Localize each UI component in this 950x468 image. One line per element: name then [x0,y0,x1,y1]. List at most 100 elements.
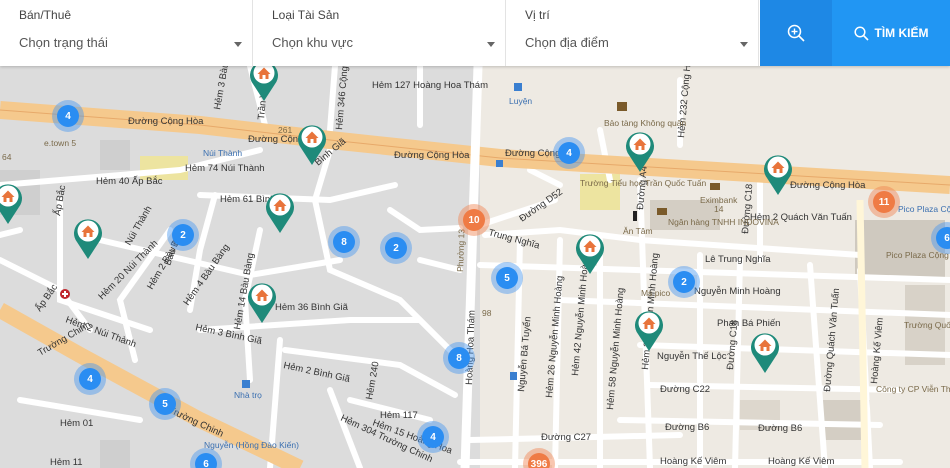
location-filter-value: Chọn địa điểm [525,35,609,50]
status-filter-label: Bán/Thuê [19,8,72,22]
road-label: Phan Bá Phiến [717,318,780,329]
cluster-marker[interactable]: 2 [172,224,194,246]
cluster-marker[interactable]: 4 [558,142,580,164]
poi-label: Nhà trọ [234,390,262,400]
poi-label: Pico Plaza Cộng Hòa [898,204,950,214]
poi-label: Công ty CP Viễn Thông Tecapro Telecom [876,384,950,394]
road-label: Đường C22 [660,384,710,395]
asset-type-filter[interactable]: Loại Tài Sản Chọn khu vực [253,0,506,66]
property-pin[interactable] [624,129,656,173]
cluster-marker[interactable]: 5 [496,267,518,289]
road-label: Hẻm 74 Núi Thành [185,163,265,174]
zoom-in-icon [787,24,805,42]
property-pin[interactable] [0,181,24,225]
hotel-icon [242,380,250,388]
road-label: Đường Cộng [505,148,560,159]
poi-label: Bảo tàng Không quân [604,118,687,128]
poi-label: Ngân hàng TNHH INDOVINA [668,217,779,227]
chevron-down-icon [234,42,242,47]
search-icon [853,25,869,41]
house-number: 98 [482,308,492,318]
road-label: Hẻm 11 [50,457,83,468]
location-filter[interactable]: Vị trí Chọn địa điểm [506,0,759,66]
home-icon [635,311,663,351]
cluster-marker[interactable]: 2 [673,271,695,293]
road-label: Lê Trung Nghĩa [705,254,771,265]
cluster-marker[interactable]: 2 [385,237,407,259]
cluster-marker[interactable]: 8 [448,347,470,369]
location-filter-label: Vị trí [525,8,550,22]
ward-label: Phường 13 [455,229,467,273]
info-icon [633,211,637,221]
home-icon [298,125,326,165]
search-button-label: TÌM KIẾM [874,26,929,40]
cluster-marker[interactable]: 5 [154,393,176,415]
road-label: Hẻm 117 [380,410,418,421]
property-pin[interactable] [246,280,278,324]
poi-label: Núi Thành [203,148,242,158]
home-icon [266,193,294,233]
poi-label: Luyện [509,96,532,106]
cluster-marker[interactable]: 4 [422,426,444,448]
map-tiles: Hẻm 127 Hoàng Hoa Thám Đường Cộng Hòa Đư… [0,66,950,468]
asset-type-filter-label: Loại Tài Sản [272,8,340,22]
home-icon [0,184,22,224]
road-label: Nguyễn Minh Hoàng [694,286,781,297]
home-icon [74,219,102,259]
poi-label: Trường Tiểu học Trần Quốc Tuấn [580,178,707,188]
property-pin[interactable] [762,152,794,196]
property-pin[interactable] [749,330,781,374]
home-icon [250,66,278,101]
asset-type-filter-value: Chọn khu vực [272,35,353,50]
filter-bar: Bán/Thuê Chọn trạng thái Loại Tài Sản Ch… [0,0,950,66]
road-label: Hẻm 127 Hoàng Hoa Thám [372,80,488,91]
cluster-marker[interactable]: 8 [333,231,355,253]
poi-label: e.town 5 [44,138,76,148]
road-label: Đường B6 [758,423,802,434]
bus-stop-icon [496,160,503,167]
bank-icon [657,208,667,215]
search-button[interactable]: TÌM KIẾM [832,0,950,66]
road-label: Đường C27 [541,432,591,443]
poi-label: Trường Quốc tế Á Châu [904,320,950,330]
cluster-marker[interactable]: 6 [195,453,217,468]
house-number: 261 [278,125,292,135]
home-icon [576,234,604,274]
cluster-marker[interactable]: 11 [873,191,895,213]
museum-icon [617,102,627,111]
home-icon [626,132,654,172]
chevron-down-icon [740,42,748,47]
poi-label: 14 [714,204,724,214]
road-label: Hoàng Kế Viêm [660,456,726,467]
road-label: Đường Cộng Hòa [790,180,866,191]
road-label: Hẻm 01 [60,418,93,429]
cluster-marker[interactable]: 396 [528,453,550,468]
road-label: Hẻm 36 Bình Giã [275,302,349,313]
poi-label: Pico Plaza Cộng Hòa [886,250,950,260]
cluster-marker[interactable]: 10 [463,209,485,231]
map-canvas[interactable]: Hẻm 127 Hoàng Hoa Thám Đường Cộng Hòa Đư… [0,66,950,468]
status-filter[interactable]: Bán/Thuê Chọn trạng thái [0,0,253,66]
cluster-marker[interactable]: 4 [79,368,101,390]
road-label: Đường Cộng Hòa [394,150,470,161]
zoom-in-button[interactable] [760,0,832,66]
home-icon [764,155,792,195]
poi-label: Ăn Tâm [623,226,653,236]
road-label: Đường Cộng Hòa [128,116,204,127]
property-pin[interactable] [633,308,665,352]
cluster-marker[interactable]: 4 [57,105,79,127]
road-label: Hoàng Kế Viêm [768,456,834,467]
bus-stop-icon [510,372,517,380]
poi-label: Nguyễn (Hồng Đào Kiến) [204,440,299,450]
status-filter-value: Chọn trạng thái [19,35,108,50]
property-pin[interactable] [296,122,328,166]
property-pin[interactable] [574,231,606,275]
property-pin[interactable] [264,190,296,234]
chevron-down-icon [487,42,495,47]
road-label: Nguyễn Thế Lộc [657,351,727,362]
property-pin[interactable] [248,66,280,102]
road-label: Hẻm 40 Ấp Bắc [96,176,163,187]
pharmacy-icon [514,83,522,91]
road-label: Đường B6 [665,422,709,433]
property-pin[interactable] [72,216,104,260]
